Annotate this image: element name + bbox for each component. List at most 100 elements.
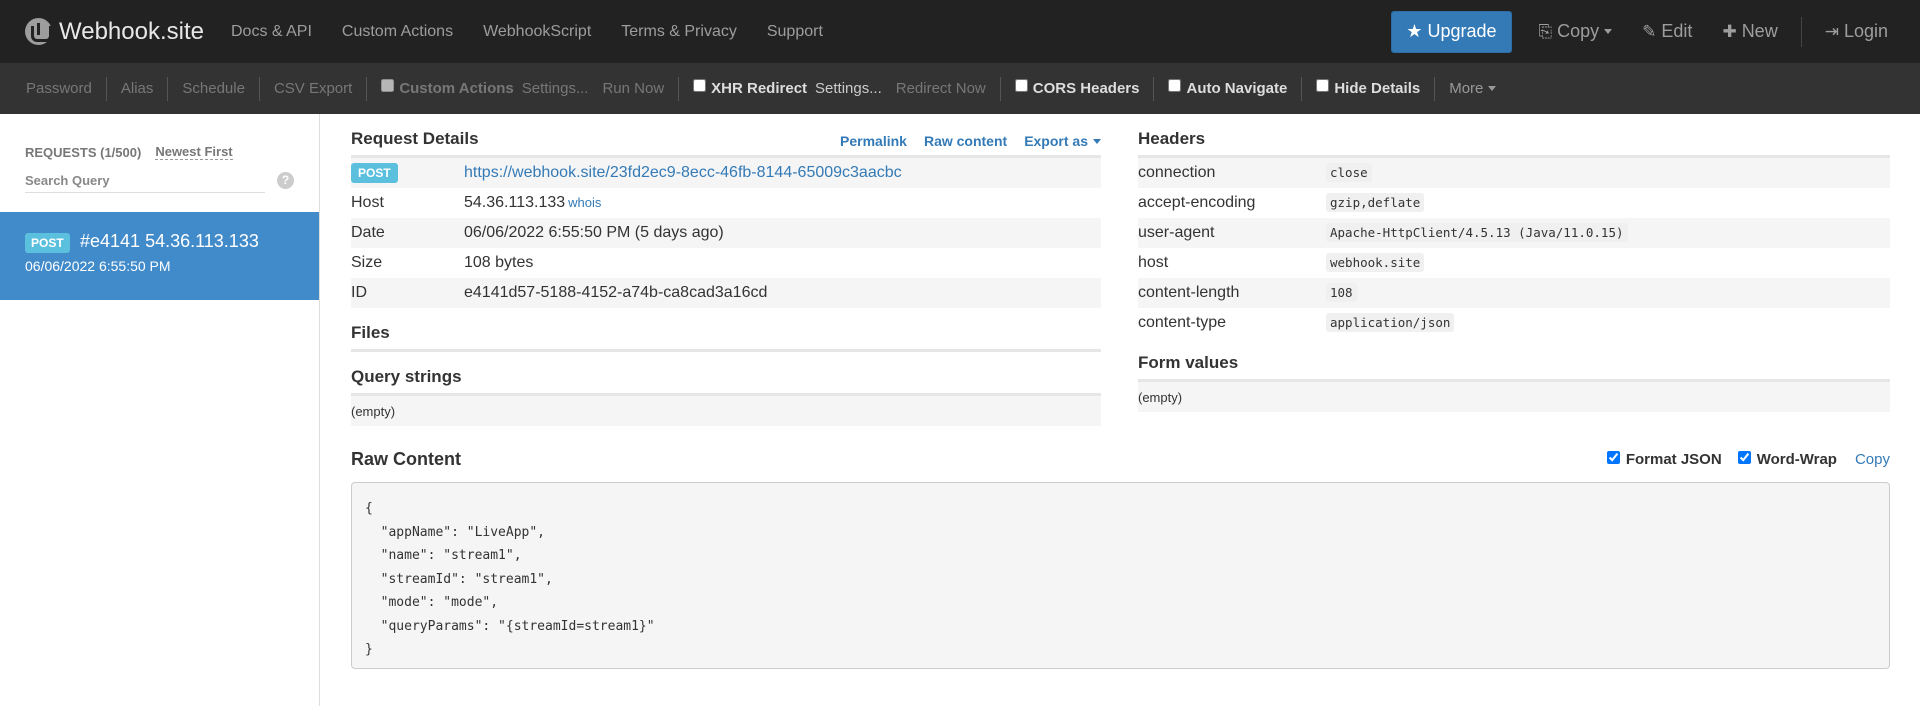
more-dropdown[interactable]: More <box>1435 80 1510 97</box>
new-label: New <box>1741 21 1778 41</box>
format-json-toggle[interactable]: Format JSON <box>1606 450 1722 468</box>
permalink-link[interactable]: Permalink <box>840 133 907 149</box>
secondary-toolbar: Password Alias Schedule CSV Export Custo… <box>0 63 1920 114</box>
copy-raw-button[interactable]: Copy <box>1855 451 1890 468</box>
xhr-redirect-toggle[interactable]: XHR Redirect <box>679 79 807 98</box>
search-query-input[interactable] <box>25 169 265 193</box>
alias-button[interactable]: Alias <box>107 80 168 97</box>
nav-terms-privacy[interactable]: Terms & Privacy <box>606 0 752 63</box>
brand-link[interactable]: Webhook.site <box>25 18 204 46</box>
word-wrap-checkbox[interactable] <box>1737 450 1751 464</box>
login-icon: ⇥ <box>1824 21 1839 41</box>
upgrade-button[interactable]: ★ Upgrade <box>1391 10 1512 53</box>
custom-actions-toggle[interactable]: Custom Actions <box>367 79 514 98</box>
webhook-logo-icon <box>25 18 52 45</box>
edit-icon: ✎ <box>1642 21 1657 41</box>
raw-content-box[interactable]: { "appName": "LiveApp", "name": "stream1… <box>351 482 1890 669</box>
request-date: 06/06/2022 6:55:50 PM <box>25 258 171 274</box>
xhr-redirect-checkbox[interactable] <box>693 79 707 92</box>
export-as-dropdown[interactable]: Export as <box>1024 133 1101 149</box>
raw-content-options: Format JSON Word-Wrap Copy <box>1591 450 1890 468</box>
sidebar-header: REQUESTS (1/500) Newest First <box>0 114 319 160</box>
request-id-ip: #e4141 54.36.113.133 <box>80 231 259 251</box>
brand-name: Webhook.site <box>59 17 204 45</box>
export-as-label: Export as <box>1024 133 1088 149</box>
request-details-title: Request Details <box>351 129 479 148</box>
copy-button[interactable]: ⎘ Copy <box>1524 0 1628 63</box>
detail-row-id: ID e4141d57-5188-4152-a74b-ca8cad3a16cd <box>351 278 1101 308</box>
headers-column: Headers connection close accept-encoding… <box>1138 114 1890 412</box>
detail-key: Host <box>351 194 384 211</box>
caret-down-icon <box>1093 138 1101 144</box>
detail-row-date: Date 06/06/2022 6:55:50 PM (5 days ago) <box>351 218 1101 248</box>
redirect-now-button[interactable]: Redirect Now <box>882 80 1000 97</box>
new-button[interactable]: ✚ New <box>1707 0 1792 63</box>
form-values-value: (empty) <box>1138 382 1890 412</box>
request-details-header: Request Details Permalink Raw content Ex… <box>351 114 1101 158</box>
header-value: application/json <box>1326 313 1890 332</box>
cors-headers-toggle[interactable]: CORS Headers <box>1001 79 1139 98</box>
upgrade-label: Upgrade <box>1427 21 1497 41</box>
header-value: gzip,deflate <box>1326 193 1890 212</box>
auto-navigate-checkbox[interactable] <box>1168 79 1182 92</box>
hide-details-toggle[interactable]: Hide Details <box>1302 79 1420 98</box>
detail-row-size: Size 108 bytes <box>351 248 1101 278</box>
whois-link[interactable]: whois <box>568 195 601 210</box>
word-wrap-label: Word-Wrap <box>1756 450 1837 468</box>
password-button[interactable]: Password <box>12 80 106 97</box>
hide-details-checkbox[interactable] <box>1316 79 1330 92</box>
host-ip: 54.36.113.133 <box>464 194 566 211</box>
help-icon[interactable]: ? <box>277 172 294 189</box>
request-url-link[interactable]: https://webhook.site/23fd2ec9-8ecc-46fb-… <box>464 164 902 181</box>
header-key: accept-encoding <box>1138 194 1256 211</box>
more-label: More <box>1449 80 1484 97</box>
headers-header: Headers <box>1138 114 1890 158</box>
header-row: host webhook.site <box>1138 248 1890 278</box>
query-strings-value: (empty) <box>351 396 1101 426</box>
nav-custom-actions[interactable]: Custom Actions <box>327 0 468 63</box>
files-title: Files <box>351 323 390 342</box>
schedule-button[interactable]: Schedule <box>168 80 259 97</box>
format-json-checkbox[interactable] <box>1606 450 1620 464</box>
custom-actions-settings-button[interactable]: Settings... <box>514 80 589 97</box>
requests-sidebar: REQUESTS (1/500) Newest First ? POST #e4… <box>0 114 320 706</box>
nav-webhookscript[interactable]: WebhookScript <box>468 0 606 63</box>
cors-headers-checkbox[interactable] <box>1014 79 1028 92</box>
form-values-title: Form values <box>1138 353 1239 372</box>
nav-divider <box>1800 16 1802 47</box>
nav-docs-api[interactable]: Docs & API <box>216 0 327 63</box>
copy-label: Copy <box>1557 21 1600 41</box>
caret-down-icon <box>1604 29 1613 34</box>
xhr-redirect-label: XHR Redirect <box>711 80 808 97</box>
auto-navigate-toggle[interactable]: Auto Navigate <box>1154 79 1287 98</box>
top-navbar: Webhook.site Docs & API Custom Actions W… <box>0 0 1920 63</box>
edit-button[interactable]: ✎ Edit <box>1627 0 1707 63</box>
custom-actions-checkbox[interactable] <box>381 79 395 92</box>
login-label: Login <box>1843 21 1888 41</box>
request-list-item[interactable]: POST #e4141 54.36.113.133 06/06/2022 6:5… <box>0 212 319 300</box>
word-wrap-toggle[interactable]: Word-Wrap <box>1737 450 1837 468</box>
header-row: content-length 108 <box>1138 278 1890 308</box>
nav-support[interactable]: Support <box>752 0 838 63</box>
star-icon: ★ <box>1406 21 1423 41</box>
run-now-button[interactable]: Run Now <box>588 80 678 97</box>
method-badge: POST <box>25 233 70 253</box>
raw-content-title: Raw Content <box>351 448 461 469</box>
sort-order-toggle[interactable]: Newest First <box>155 144 233 160</box>
headers-title: Headers <box>1138 129 1206 148</box>
xhr-settings-button[interactable]: Settings... <box>807 80 882 97</box>
header-row: connection close <box>1138 158 1890 188</box>
header-value-code: application/json <box>1326 313 1455 332</box>
raw-content-link[interactable]: Raw content <box>924 133 1007 149</box>
header-value-code: gzip,deflate <box>1326 193 1425 212</box>
format-json-label: Format JSON <box>1625 450 1722 468</box>
header-row: accept-encoding gzip,deflate <box>1138 188 1890 218</box>
detail-value: e4141d57-5188-4152-a74b-ca8cad3a16cd <box>464 284 768 301</box>
csv-export-button[interactable]: CSV Export <box>260 80 366 97</box>
detail-value: https://webhook.site/23fd2ec9-8ecc-46fb-… <box>464 164 1101 182</box>
detail-value: 54.36.113.133 whois <box>464 194 1101 212</box>
login-button[interactable]: ⇥ Login <box>1810 0 1920 63</box>
query-strings-header: Query strings <box>351 352 1101 396</box>
hide-details-label: Hide Details <box>1334 80 1421 97</box>
request-details-actions: Permalink Raw content Export as <box>823 133 1101 149</box>
